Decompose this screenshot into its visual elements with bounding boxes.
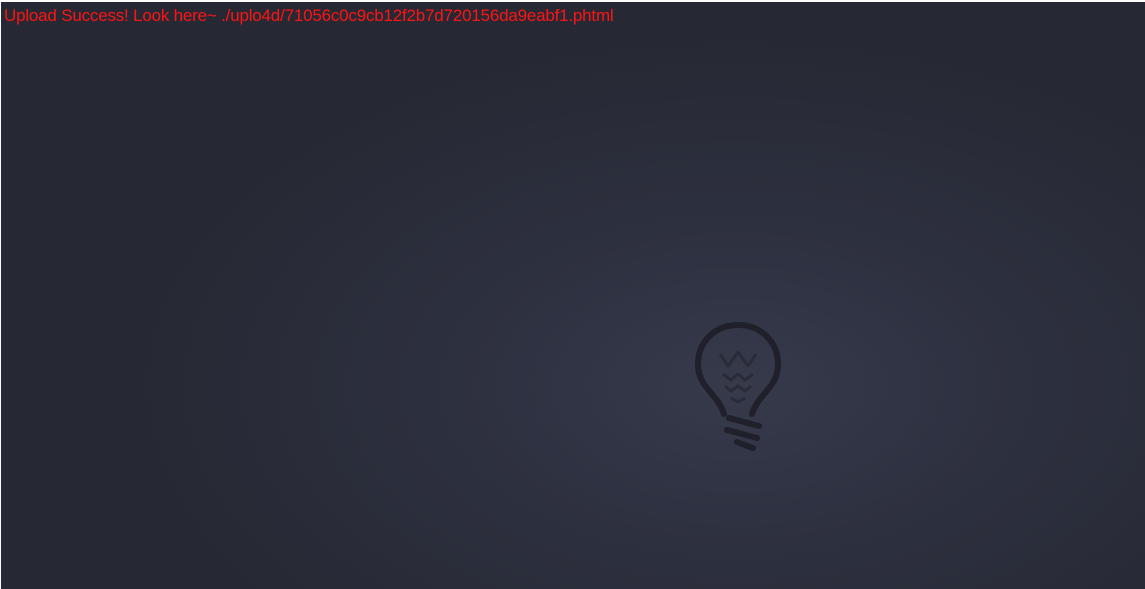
lightbulb-filament — [718, 350, 758, 404]
lightbulb-base — [724, 415, 762, 451]
upload-status-message: Upload Success! Look here~ ./uplo4d/7105… — [4, 6, 614, 25]
page-background: Upload Success! Look here~ ./uplo4d/7105… — [1, 2, 1145, 589]
lightbulb-icon — [695, 322, 781, 451]
